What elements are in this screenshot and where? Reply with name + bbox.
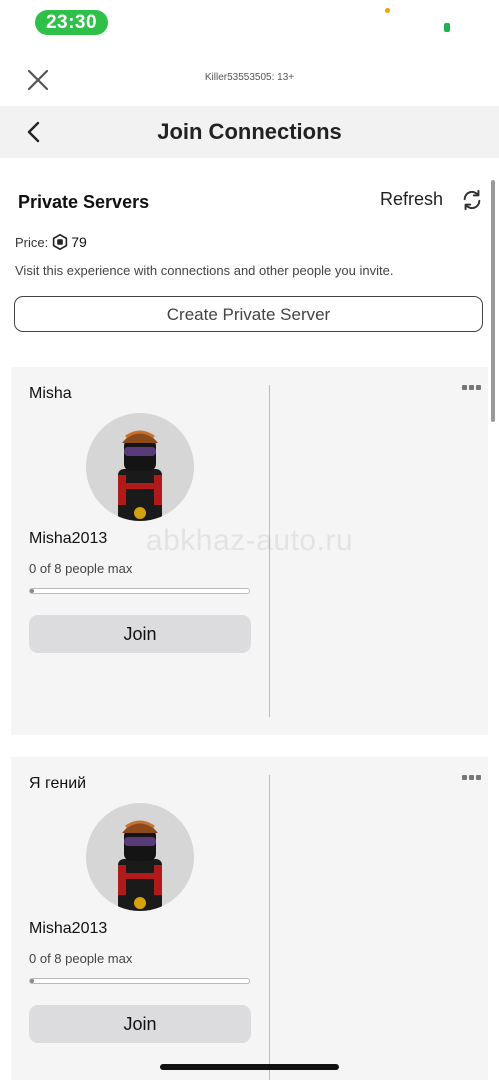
back-button[interactable] <box>22 120 46 144</box>
capacity-progress-fill <box>30 589 35 593</box>
privacy-indicator-dot <box>385 8 390 13</box>
server-card: Я гений Misha2013 0 of 8 people max Join <box>11 757 488 1080</box>
avatar[interactable] <box>86 803 194 911</box>
owner-name[interactable]: Misha2013 <box>29 920 107 938</box>
watermark: abkhaz-auto.ru <box>145 524 354 557</box>
scrollbar[interactable] <box>491 180 495 422</box>
chevron-left-icon <box>27 121 40 143</box>
description: Visit this experience with connections a… <box>15 263 394 278</box>
capacity-text: 0 of 8 people max <box>29 951 133 966</box>
capacity-progress-fill <box>30 979 35 983</box>
join-button[interactable]: Join <box>29 1005 251 1043</box>
server-name: Я гений <box>29 775 87 792</box>
avatar[interactable] <box>86 413 194 521</box>
more-options-button[interactable] <box>462 377 484 390</box>
server-name: Misha <box>29 385 72 402</box>
account-label: Killer53553505: 13+ <box>204 72 295 83</box>
capacity-progress-bar <box>29 978 250 984</box>
price-value: 79 <box>71 234 87 250</box>
price-row: Price: 79 <box>15 233 87 251</box>
page-title: Join Connections <box>157 119 342 144</box>
section-title: Private Servers <box>18 192 150 212</box>
refresh-label: Refresh <box>380 189 444 209</box>
robux-icon <box>53 234 68 250</box>
refresh-icon <box>463 189 481 211</box>
status-bar: 23:30 <box>0 0 499 48</box>
header: Join Connections <box>0 106 499 158</box>
capacity-progress-bar <box>29 588 250 594</box>
avatar-image <box>118 430 162 521</box>
join-button[interactable]: Join <box>29 615 251 653</box>
status-time: 23:30 <box>35 10 108 35</box>
capacity-text: 0 of 8 people max <box>29 561 133 576</box>
create-private-server-button[interactable]: Create Private Server <box>14 296 483 332</box>
more-options-button[interactable] <box>462 767 484 780</box>
home-indicator[interactable] <box>160 1064 339 1070</box>
battery-icon <box>444 23 450 32</box>
avatar-image <box>118 820 162 911</box>
top-bar: Killer53553505: 13+ <box>0 54 499 106</box>
card-divider <box>269 775 270 1080</box>
price-label: Price: <box>15 234 49 250</box>
refresh-button[interactable]: Refresh <box>380 187 485 215</box>
